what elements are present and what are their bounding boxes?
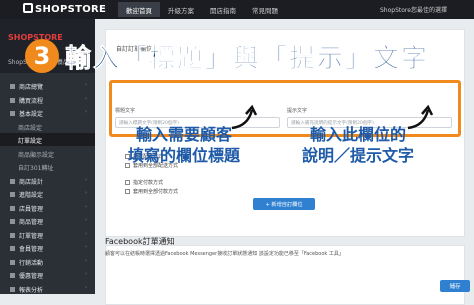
sidebar-item-label: 商店設定	[18, 124, 43, 132]
settings-icon	[10, 111, 15, 116]
sidebar-item-6[interactable]: 自訂301轉址	[0, 160, 95, 173]
step-banner: 3 輸入「標題」與「提示」文字	[25, 36, 429, 76]
coupon-icon	[10, 273, 15, 278]
shopstore-logo[interactable]: SHOPSTORE	[23, 3, 106, 15]
save-button[interactable]: 儲存	[440, 280, 470, 292]
apply-all-payment-option[interactable]: 套用到全部付款方式	[125, 188, 178, 195]
right-arrow-icon	[407, 104, 434, 130]
cart-icon	[10, 97, 15, 103]
sidebar-item-label: 商品顯示設定	[18, 151, 55, 159]
order-icon	[10, 232, 15, 238]
sidebar-item-label: 訂單管理	[19, 232, 44, 240]
checkbox-icon	[125, 189, 130, 194]
chevron-right-icon: ›	[85, 203, 87, 210]
sidebar-item-label: 商店設計	[19, 178, 44, 186]
top-navigation-bar: SHOPSTORE 歡迎首頁 升級方案 開店指南 常見問題 ShopStore您…	[0, 0, 474, 19]
sidebar-item-7[interactable]: 商店設計 ›	[0, 174, 95, 187]
chevron-right-icon: ›	[85, 109, 87, 115]
sidebar-item-label: 行銷活動	[19, 259, 44, 267]
advanced-icon	[10, 192, 15, 197]
chevron-right-icon: ›	[85, 190, 87, 196]
left-note-line-2: 填寫的欄位標題	[128, 146, 241, 165]
sidebar-item-label: 商店總覽	[19, 84, 44, 91]
left-note-line-1: 輸入需要顧客	[136, 125, 233, 144]
nav-welcome[interactable]: 歡迎首頁	[118, 2, 160, 17]
sidebar-item-label: 會員管理	[19, 246, 44, 253]
left-arrow-icon	[231, 104, 258, 130]
sidebar-item-12[interactable]: 會員管理 ›	[0, 241, 95, 254]
sidebar-item-label: 報表分析	[19, 286, 44, 294]
right-annotation-note: 輸入此欄位的 說明／提示文字	[302, 124, 414, 166]
chevron-right-icon: ›	[85, 82, 87, 88]
chevron-right-icon: ›	[85, 217, 87, 223]
right-note-line-2: 說明／提示文字	[302, 146, 415, 165]
sidebar-item-label: 基本設定	[19, 111, 44, 118]
sidebar-item-5[interactable]: 商品顯示設定	[0, 147, 95, 160]
sidebar-item-8[interactable]: 進階設定 ›	[0, 187, 95, 200]
add-custom-field-button[interactable]: + 新增自訂欄位	[253, 198, 315, 210]
logo-text: SHOPSTORE	[35, 4, 107, 15]
report-icon	[10, 286, 15, 292]
right-note-line-1: 輸入此欄位的	[310, 125, 407, 144]
product-icon	[10, 219, 15, 224]
staff-icon	[10, 205, 15, 211]
sidebar-item-label: 購買流程	[19, 97, 44, 105]
payment-method-option[interactable]: 指定付款方式	[125, 179, 163, 186]
top-right-account[interactable]: ShopStore您最佳的選擇	[380, 5, 447, 14]
chevron-right-icon: ›	[85, 271, 87, 277]
chevron-right-icon: ›	[85, 95, 87, 102]
logo-mark-icon	[23, 3, 33, 13]
facebook-section-title: Facebook訂單通知	[105, 237, 175, 246]
sidebar-item-10[interactable]: 商品管理 ›	[0, 214, 95, 227]
chevron-right-icon: ›	[85, 284, 87, 291]
step-title: 輸入「標題」與「提示」文字	[65, 43, 430, 74]
nav-guide[interactable]: 開店指南	[202, 2, 244, 17]
design-icon	[10, 178, 15, 184]
left-annotation-note: 輸入需要顧客 填寫的欄位標題	[128, 124, 240, 166]
chevron-right-icon: ›	[85, 176, 87, 183]
home-icon	[10, 84, 15, 89]
top-nav-links: 歡迎首頁 升級方案 開店指南 常見問題	[118, 2, 286, 17]
facebook-section-desc: 顧客可以在結帳時選擇透過Facebook Messenger接收訂單狀態通知 該…	[105, 251, 344, 257]
nav-faq[interactable]: 常見問題	[244, 2, 286, 17]
sidebar-item-1[interactable]: 購買流程 ›	[0, 93, 95, 106]
sidebar-item-2[interactable]: 基本設定 ›	[0, 106, 95, 119]
sidebar-item-label: 商品管理	[19, 219, 44, 226]
sidebar-item-3[interactable]: 商店設定	[0, 120, 95, 133]
step-number-badge: 3	[25, 39, 59, 73]
sidebar-item-15[interactable]: 報表分析 ›	[0, 282, 95, 295]
sidebar-item-label: 自訂301轉址	[18, 165, 54, 172]
sidebar-item-label: 訂單設定	[18, 138, 43, 145]
nav-upgrade[interactable]: 升級方案	[160, 2, 202, 17]
sidebar-item-0[interactable]: 商店總覽 ›	[0, 79, 95, 92]
chevron-right-icon: ›	[85, 230, 87, 237]
marketing-icon	[10, 259, 15, 265]
sidebar-item-label: 進階設定	[19, 192, 44, 199]
member-icon	[10, 246, 15, 251]
sidebar-item-label: 優惠管理	[19, 273, 44, 280]
sidebar-item-9[interactable]: 店員管理 ›	[0, 201, 95, 214]
sidebar-item-label: 店員管理	[19, 205, 44, 213]
checkbox-icon	[125, 180, 130, 185]
sidebar-item-11[interactable]: 訂單管理 ›	[0, 228, 95, 241]
sidebar-item-14[interactable]: 優惠管理 ›	[0, 268, 95, 281]
chevron-right-icon: ›	[85, 244, 87, 250]
chevron-right-icon: ›	[85, 257, 87, 264]
sidebar-item-13[interactable]: 行銷活動 ›	[0, 255, 95, 268]
sidebar-item-4[interactable]: 訂單設定	[0, 133, 95, 146]
